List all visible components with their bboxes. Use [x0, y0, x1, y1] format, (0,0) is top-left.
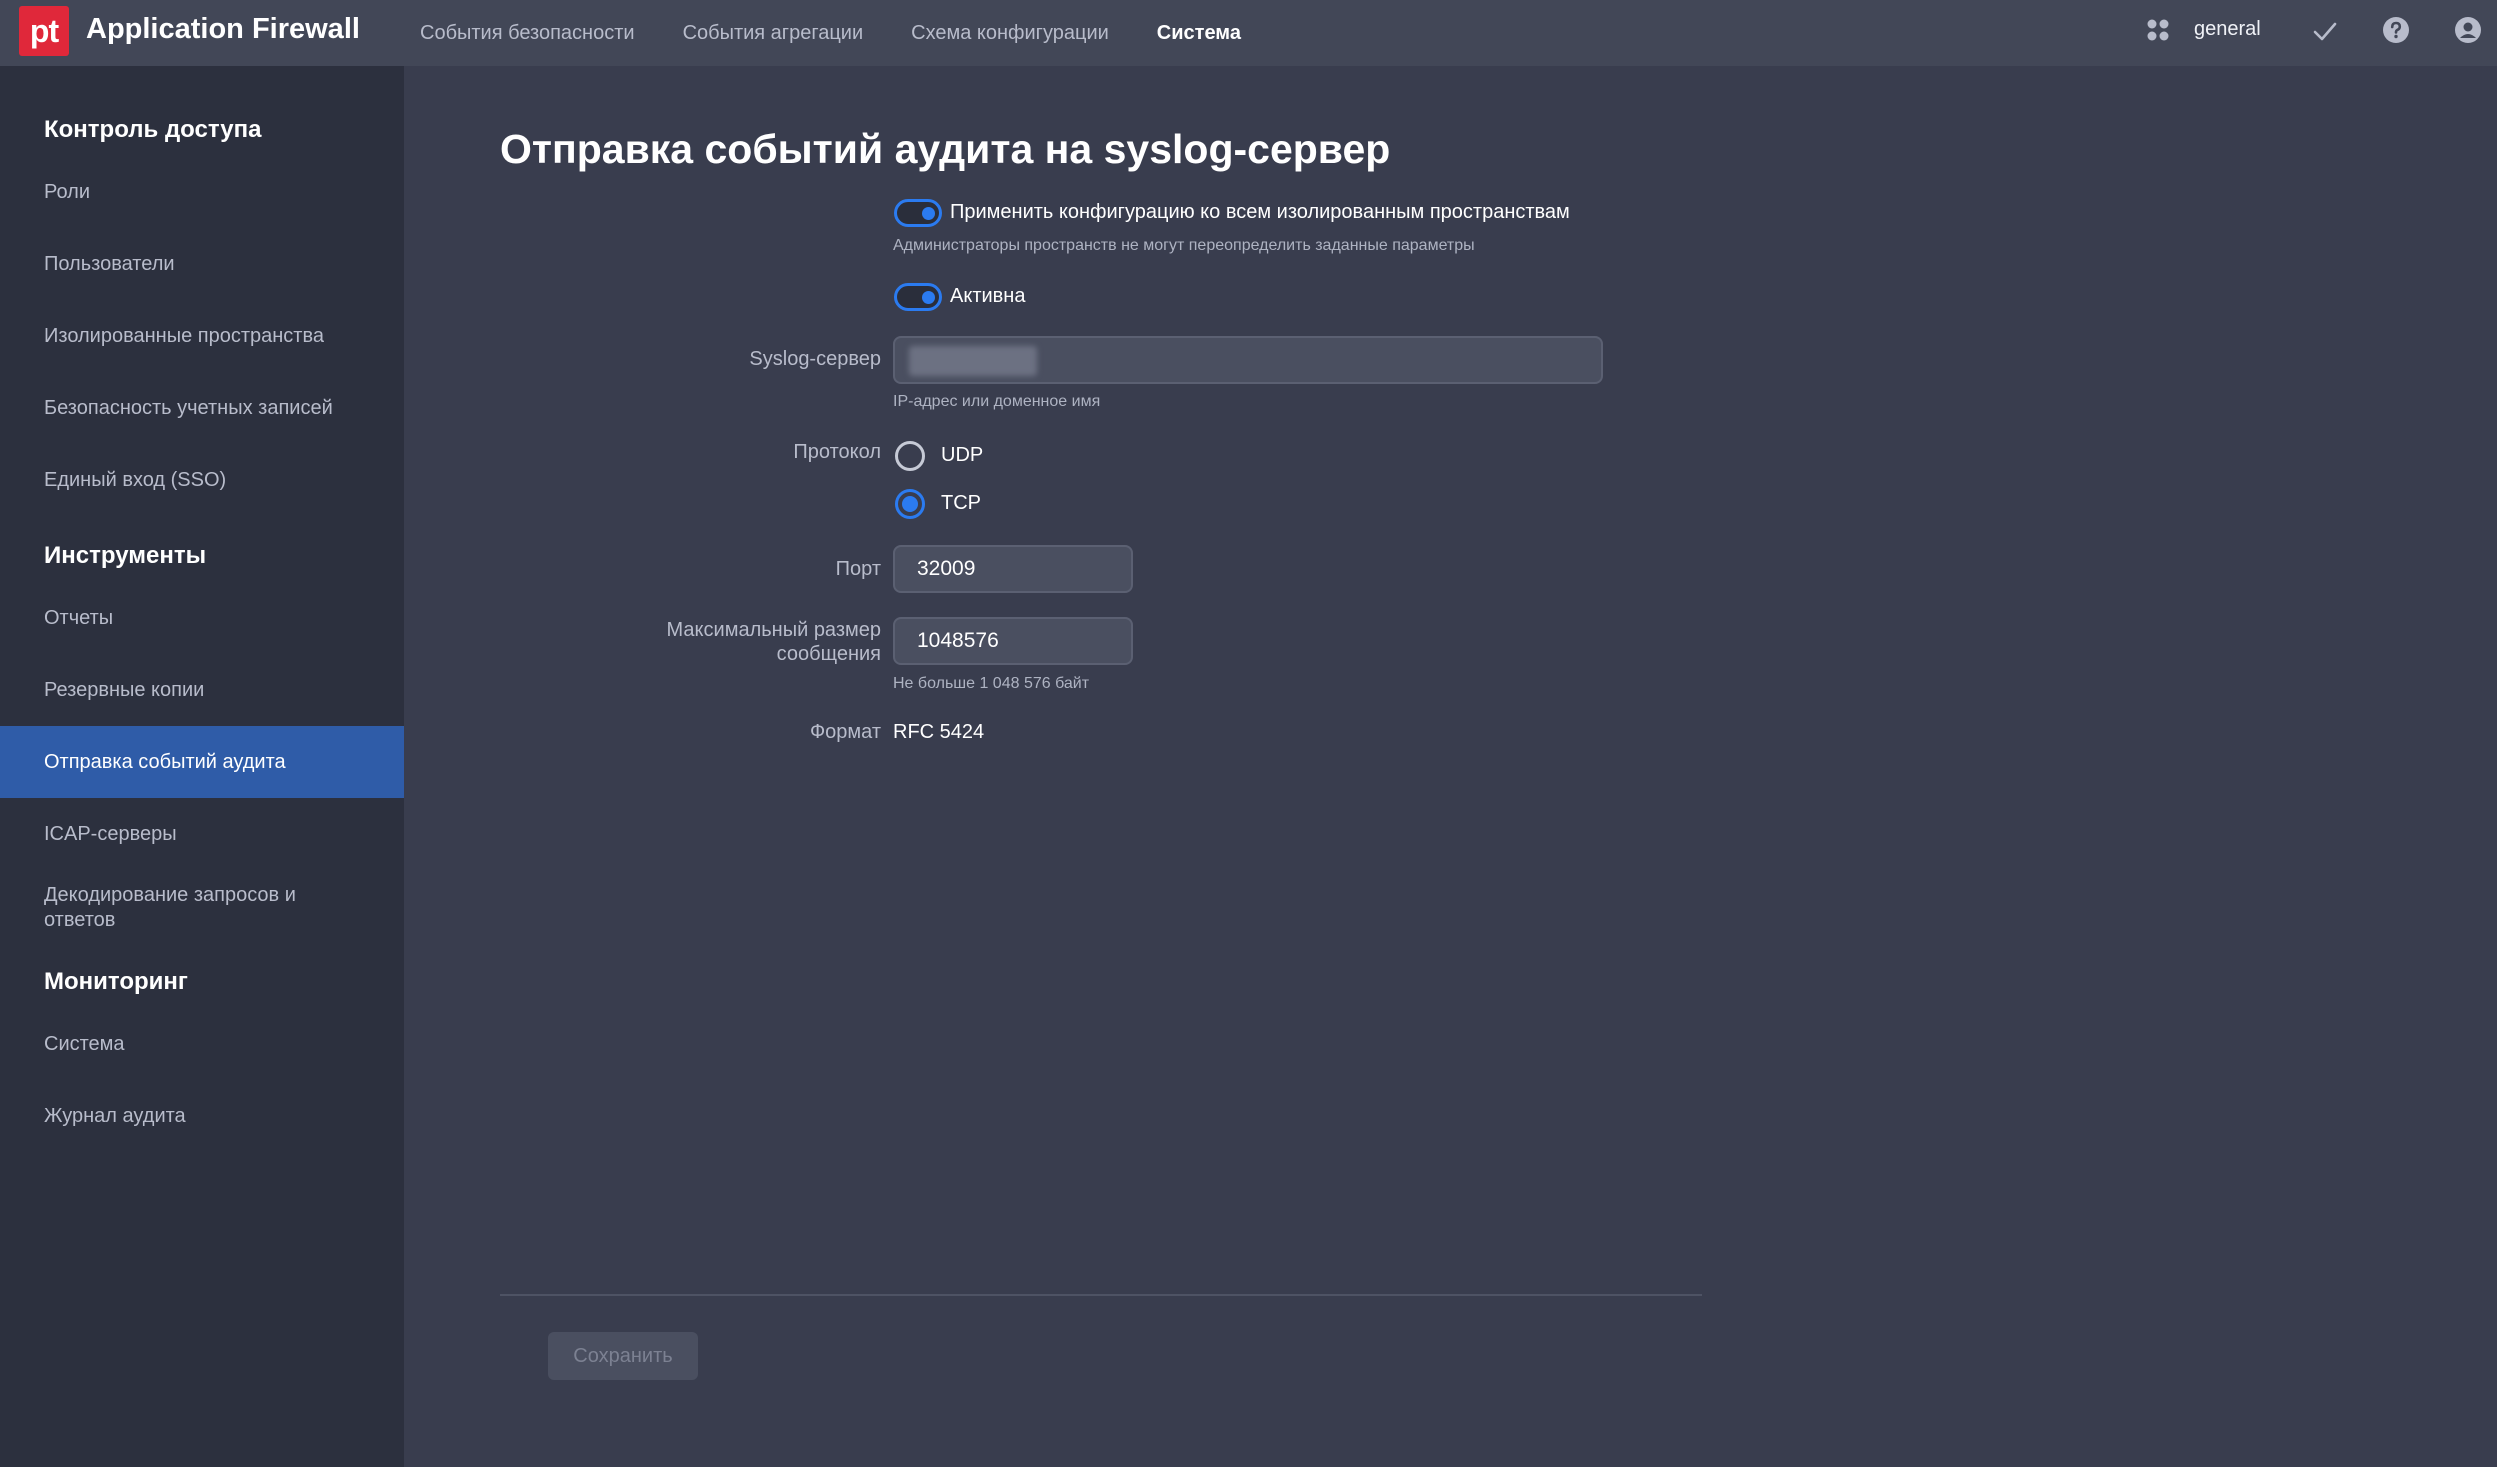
tcp-label[interactable]: TCP	[941, 492, 981, 515]
apply-all-label: Применить конфигурацию ко всем изолирова…	[950, 201, 1570, 223]
max-size-input[interactable]: 1048576	[893, 617, 1133, 665]
max-size-label-line1: Максимальный размер	[666, 619, 881, 641]
port-input[interactable]: 32009	[893, 545, 1133, 593]
apply-all-toggle[interactable]	[894, 199, 942, 227]
udp-radio[interactable]	[895, 441, 925, 471]
toggle-knob	[922, 291, 935, 304]
format-label: Формат	[809, 721, 881, 743]
save-button[interactable]: Сохранить	[548, 1332, 698, 1380]
protocol-label: Протокол	[793, 441, 881, 463]
radio-dot	[902, 496, 918, 512]
format-value: RFC 5424	[893, 721, 985, 743]
sidebar-item-reports[interactable]: Отчеты	[0, 582, 404, 654]
sidebar-item-backups[interactable]: Резервные копии	[0, 654, 404, 726]
sidebar-section-access-control: Контроль доступа	[44, 116, 262, 143]
sidebar-item-audit-events-sending[interactable]: Отправка событий аудита	[0, 726, 404, 798]
apply-all-hint: Администраторы пространств не могут пере…	[893, 237, 1475, 254]
check-icon[interactable]	[2308, 14, 2342, 48]
divider	[500, 1294, 1702, 1296]
nav-system[interactable]: Система	[1157, 22, 1241, 45]
sidebar: Контроль доступа Роли Пользователи Изоли…	[0, 66, 404, 1467]
max-size-label-line2: сообщения	[776, 643, 881, 665]
sidebar-item-sso[interactable]: Единый вход (SSO)	[0, 444, 404, 516]
max-size-label: Максимальный размер сообщения	[600, 618, 881, 666]
sidebar-item-icap-servers[interactable]: ICAP-серверы	[0, 798, 404, 870]
sidebar-item-roles[interactable]: Роли	[0, 156, 404, 228]
top-bar: pt Application Firewall События безопасн…	[0, 0, 2497, 66]
max-size-hint: Не больше 1 048 576 байт	[893, 675, 1090, 692]
syslog-server-label: Syslog-сервер	[749, 348, 881, 370]
active-label: Активна	[950, 285, 1026, 307]
nav-config-schema[interactable]: Схема конфигурации	[911, 22, 1109, 45]
sidebar-item-audit-log[interactable]: Журнал аудита	[0, 1080, 404, 1152]
workspaces-grid-icon[interactable]	[2144, 16, 2172, 44]
sidebar-item-users[interactable]: Пользователи	[0, 228, 404, 300]
pt-logo[interactable]: pt	[19, 6, 69, 56]
sidebar-item-request-decoding[interactable]: Декодирование запросов и ответов	[0, 870, 404, 946]
main-nav: События безопасности События агрегации С…	[420, 0, 1289, 66]
sidebar-item-isolated-spaces[interactable]: Изолированные пространства	[0, 300, 404, 372]
sidebar-item-system[interactable]: Система	[0, 1008, 404, 1080]
sidebar-section-tools: Инструменты	[44, 542, 207, 569]
user-account-icon[interactable]	[2454, 16, 2482, 44]
udp-label[interactable]: UDP	[941, 444, 983, 467]
app-title[interactable]: Application Firewall	[86, 13, 360, 46]
tcp-radio[interactable]	[895, 489, 925, 519]
syslog-server-hint: IP-адрес или доменное имя	[893, 393, 1101, 410]
nav-security-events[interactable]: События безопасности	[420, 22, 635, 45]
toggle-knob	[922, 207, 935, 220]
workspace-name[interactable]: general	[2194, 18, 2261, 41]
nav-aggregation-events[interactable]: События агрегации	[683, 22, 864, 45]
help-icon[interactable]	[2382, 16, 2410, 44]
sidebar-item-account-security[interactable]: Безопасность учетных записей	[0, 372, 404, 444]
syslog-server-input[interactable]	[893, 336, 1603, 384]
sidebar-section-monitoring: Мониторинг	[44, 968, 188, 995]
redacted-value	[909, 346, 1037, 376]
port-label: Порт	[835, 558, 881, 580]
active-toggle[interactable]	[894, 283, 942, 311]
page-title: Отправка событий аудита на syslog-сервер	[500, 126, 1391, 172]
